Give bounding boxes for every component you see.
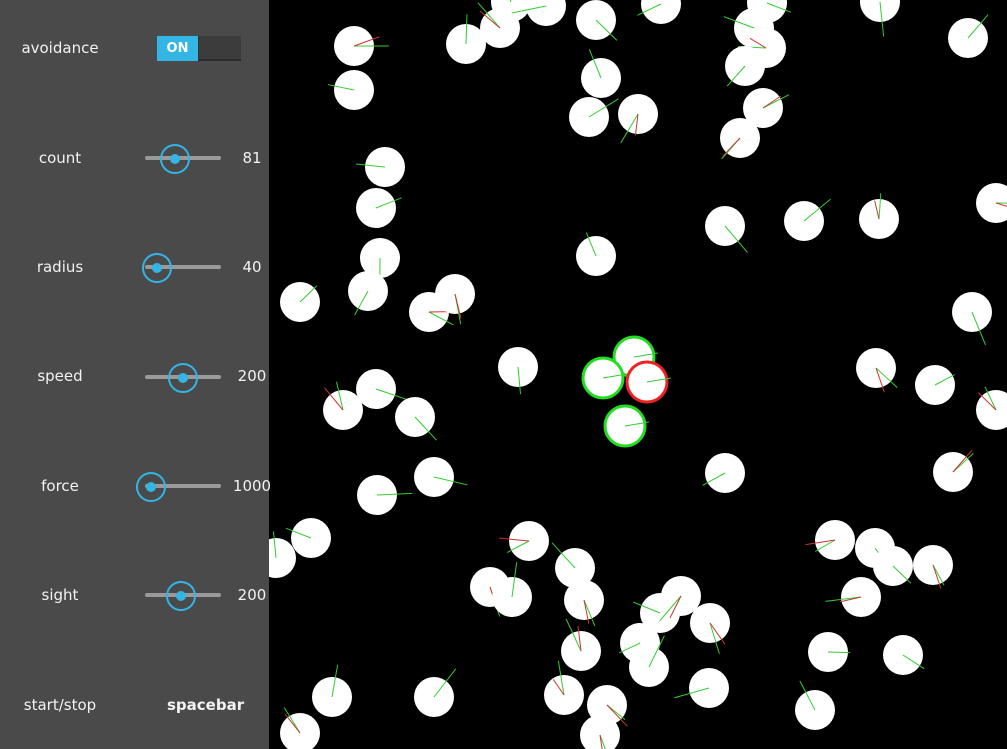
radius-slider[interactable] xyxy=(142,251,221,283)
sight-label: sight xyxy=(41,586,79,604)
slider-thumb[interactable] xyxy=(160,144,191,174)
slider-thumb[interactable] xyxy=(142,253,173,283)
avoidance-label: avoidance xyxy=(21,39,99,57)
control-panel: avoidance ON count 81 radius 40 speed 20… xyxy=(0,0,271,749)
agent-circle xyxy=(280,713,320,749)
agent-circle xyxy=(976,390,1007,430)
count-slider[interactable] xyxy=(145,142,221,174)
slider-thumb[interactable] xyxy=(168,363,198,393)
force-label: force xyxy=(41,477,79,495)
agent-circle xyxy=(641,0,681,24)
velocity-vector xyxy=(827,651,851,654)
spacebar-hint: spacebar xyxy=(167,696,245,714)
count-label: count xyxy=(38,149,82,167)
speed-label: speed xyxy=(37,367,83,385)
avoidance-toggle[interactable]: ON xyxy=(157,36,241,61)
slider-thumb[interactable] xyxy=(136,472,167,502)
slider-thumb[interactable] xyxy=(166,581,197,611)
toggle-on-label: ON xyxy=(157,36,198,61)
sight-slider[interactable] xyxy=(145,579,221,611)
startstop-label: start/stop xyxy=(23,696,97,714)
speed-slider[interactable] xyxy=(145,361,221,393)
simulation-canvas[interactable] xyxy=(269,0,1007,749)
radius-label: radius xyxy=(36,258,84,276)
toggle-off-knob xyxy=(199,36,241,61)
force-slider[interactable] xyxy=(136,470,221,502)
agent-circle xyxy=(526,0,566,26)
